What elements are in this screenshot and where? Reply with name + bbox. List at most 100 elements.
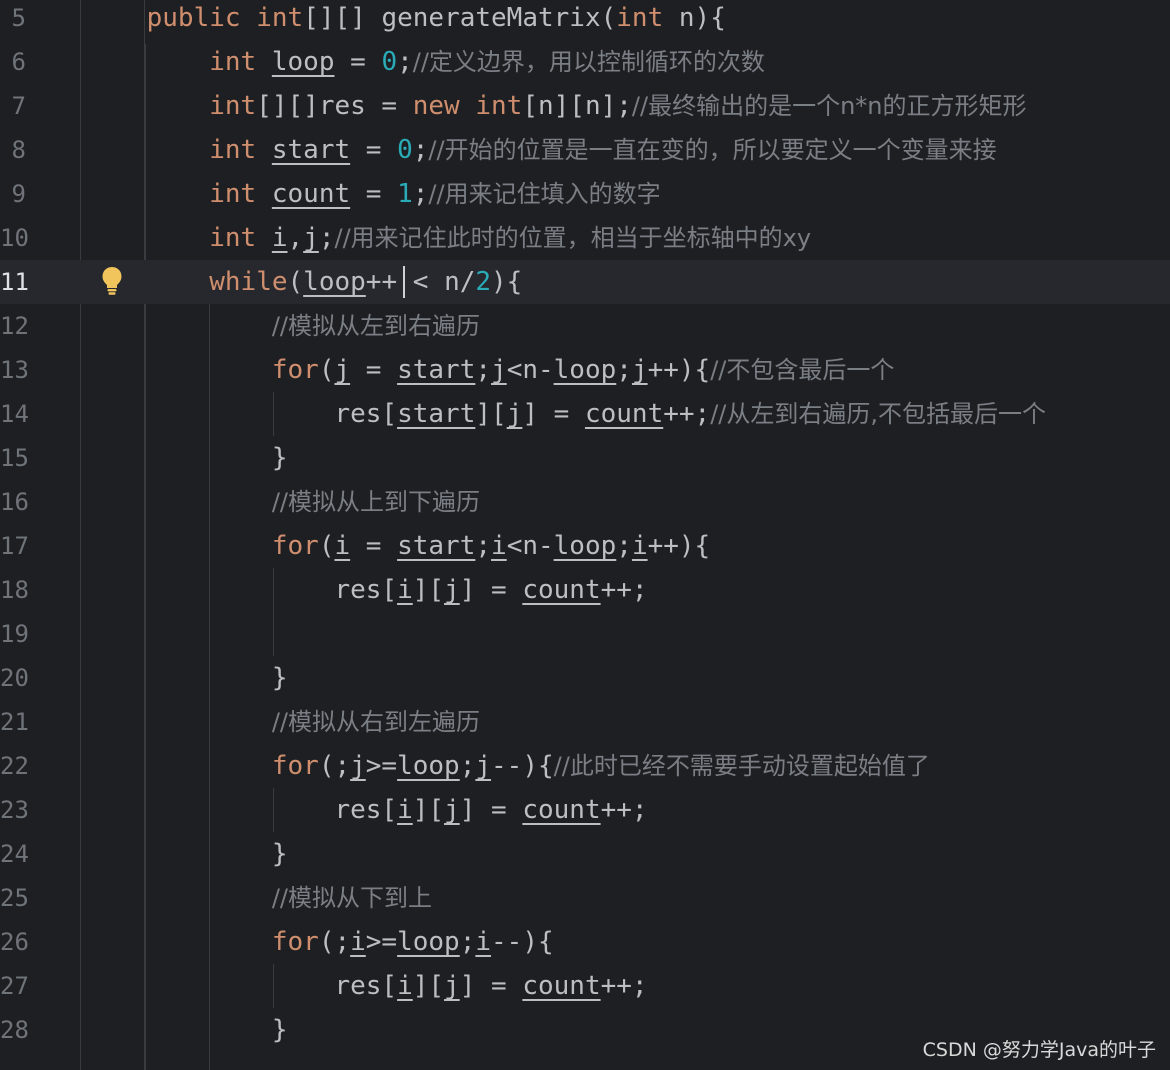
code-text[interactable]: for(i = start;i<n-loop;i++){ (84, 524, 710, 568)
line-number[interactable]: 24 (0, 832, 29, 876)
code-token: j (491, 355, 507, 385)
line-number[interactable]: 26 (0, 920, 29, 964)
code-token: } (271, 443, 288, 473)
code-comment: //模拟从上到下遍历 (271, 488, 481, 516)
line-number[interactable]: 9 (0, 172, 26, 216)
code-line[interactable]: 12 //模拟从左到右遍历 (0, 304, 1170, 348)
code-line[interactable]: 23 res[i][j] = count++; (0, 788, 1170, 832)
code-line[interactable]: 25 //模拟从下到上 (0, 876, 1170, 920)
code-line[interactable]: 18 res[i][j] = count++; (0, 568, 1170, 612)
code-text[interactable]: int count = 1;//用来记住填入的数字 (84, 172, 660, 216)
code-comment: //模拟从右到左遍历 (271, 708, 481, 736)
line-number[interactable]: 20 (0, 656, 29, 700)
line-number[interactable]: 18 (0, 568, 29, 612)
code-line[interactable]: 9 int count = 1;//用来记住填入的数字 (0, 172, 1170, 216)
code-token: ][ (475, 399, 507, 429)
code-line[interactable]: 8 int start = 0;//开始的位置是一直在变的，所以要定义一个变量来… (0, 128, 1170, 172)
code-token: i (491, 531, 507, 561)
line-number[interactable]: 25 (0, 876, 29, 920)
code-text[interactable]: int start = 0;//开始的位置是一直在变的，所以要定义一个变量来接 (84, 128, 996, 172)
line-number[interactable]: 15 (0, 436, 29, 480)
code-keyword: for (271, 531, 319, 561)
code-token: ++){ (647, 531, 711, 561)
line-number[interactable]: 6 (0, 40, 26, 84)
code-comment: //用来记住此时的位置，相当于坐标轴中的xy (334, 224, 812, 252)
code-line[interactable]: 20 } (0, 656, 1170, 700)
code-text[interactable]: } (84, 656, 288, 700)
code-token: j (303, 223, 319, 253)
code-text[interactable]: for(;j>=loop;j--){//此时已经不需要手动设置起始值了 (84, 744, 930, 788)
code-line[interactable]: 10 int i,j;//用来记住此时的位置，相当于坐标轴中的xy (0, 216, 1170, 260)
code-keyword: int (475, 91, 523, 121)
code-text[interactable]: res[i][j] = count++; (84, 568, 647, 612)
line-number[interactable]: 14 (0, 392, 29, 436)
code-line[interactable]: 27 res[i][j] = count++; (0, 964, 1170, 1008)
code-token: ; (412, 135, 429, 165)
code-line[interactable]: 6 int loop = 0;//定义边界，用以控制循环的次数 (0, 40, 1170, 84)
code-text[interactable]: for(j = start;j<n-loop;j++){//不包含最后一个 (84, 348, 895, 392)
code-text[interactable]: for(;i>=loop;i--){ (84, 920, 554, 964)
line-number[interactable]: 11 (0, 260, 29, 304)
code-text[interactable]: while(loop++ < n/2){ (84, 260, 522, 304)
code-line[interactable]: 7 int[][]res = new int[n][n];//最终输出的是一个n… (0, 84, 1170, 128)
code-editor[interactable]: 5 public int[][] generateMatrix(int n){6… (0, 0, 1170, 1070)
code-token: count (584, 399, 664, 429)
code-keyword: int (209, 223, 272, 253)
line-number[interactable]: 27 (0, 964, 29, 1008)
code-token: ; (459, 927, 476, 957)
line-number[interactable]: 10 (0, 216, 29, 260)
code-line[interactable]: 15 } (0, 436, 1170, 480)
code-line[interactable]: 26 for(;i>=loop;i--){ (0, 920, 1170, 964)
code-line[interactable]: 21 //模拟从右到左遍历 (0, 700, 1170, 744)
code-token: loop (303, 267, 366, 297)
code-text[interactable]: res[start][j] = count++;//从左到右遍历,不包括最后一个 (84, 392, 1046, 436)
code-text[interactable]: } (84, 1008, 288, 1052)
code-line[interactable]: 16 //模拟从上到下遍历 (0, 480, 1170, 524)
code-line[interactable]: 17 for(i = start;i<n-loop;i++){ (0, 524, 1170, 568)
line-number[interactable]: 23 (0, 788, 29, 832)
code-line[interactable]: 19 (0, 612, 1170, 656)
code-text[interactable]: int i,j;//用来记住此时的位置，相当于坐标轴中的xy (84, 216, 811, 260)
line-number[interactable]: 12 (0, 304, 29, 348)
code-text[interactable]: public int[][] generateMatrix(int n){ (84, 0, 726, 40)
line-number[interactable]: 16 (0, 480, 29, 524)
line-number[interactable]: 21 (0, 700, 29, 744)
code-text[interactable]: //模拟从右到左遍历 (84, 700, 480, 744)
line-number[interactable]: 13 (0, 348, 29, 392)
code-text[interactable]: } (84, 436, 288, 480)
code-text[interactable]: res[i][j] = count++; (84, 964, 647, 1008)
code-token: [][]res = (256, 91, 413, 121)
code-line[interactable]: 14 res[start][j] = count++;//从左到右遍历,不包括最… (0, 392, 1170, 436)
code-line[interactable]: 5 public int[][] generateMatrix(int n){ (0, 0, 1170, 40)
code-token: >= (365, 927, 398, 957)
line-number[interactable]: 8 (0, 128, 26, 172)
code-token: loop (271, 47, 335, 77)
code-text[interactable]: } (84, 832, 288, 876)
code-text[interactable]: int loop = 0;//定义边界，用以控制循环的次数 (84, 40, 765, 84)
line-number[interactable]: 28 (0, 1008, 29, 1052)
code-line[interactable]: 22 for(;j>=loop;j--){//此时已经不需要手动设置起始值了 (0, 744, 1170, 788)
lightbulb-icon[interactable] (101, 266, 123, 296)
code-text[interactable]: int[][]res = new int[n][n];//最终输出的是一个n*n… (84, 84, 1026, 128)
line-number[interactable]: 7 (0, 84, 26, 128)
code-keyword: for (271, 355, 319, 385)
code-lines[interactable]: 5 public int[][] generateMatrix(int n){6… (0, 0, 1170, 1070)
line-number[interactable]: 17 (0, 524, 29, 568)
code-token: (; (318, 927, 351, 957)
line-number[interactable]: 22 (0, 744, 29, 788)
code-line[interactable]: 11 while(loop++ < n/2){ (0, 260, 1170, 304)
code-line[interactable]: 24 } (0, 832, 1170, 876)
code-line[interactable]: 13 for(j = start;j<n-loop;j++){//不包含最后一个 (0, 348, 1170, 392)
code-text[interactable]: //模拟从左到右遍历 (84, 304, 480, 348)
code-text[interactable]: //模拟从下到上 (84, 876, 432, 920)
line-number[interactable]: 19 (0, 612, 29, 656)
code-token: res[ (334, 399, 398, 429)
code-text[interactable]: res[i][j] = count++; (84, 788, 647, 832)
code-text[interactable]: //模拟从上到下遍历 (84, 480, 480, 524)
line-number[interactable]: 5 (0, 0, 26, 40)
